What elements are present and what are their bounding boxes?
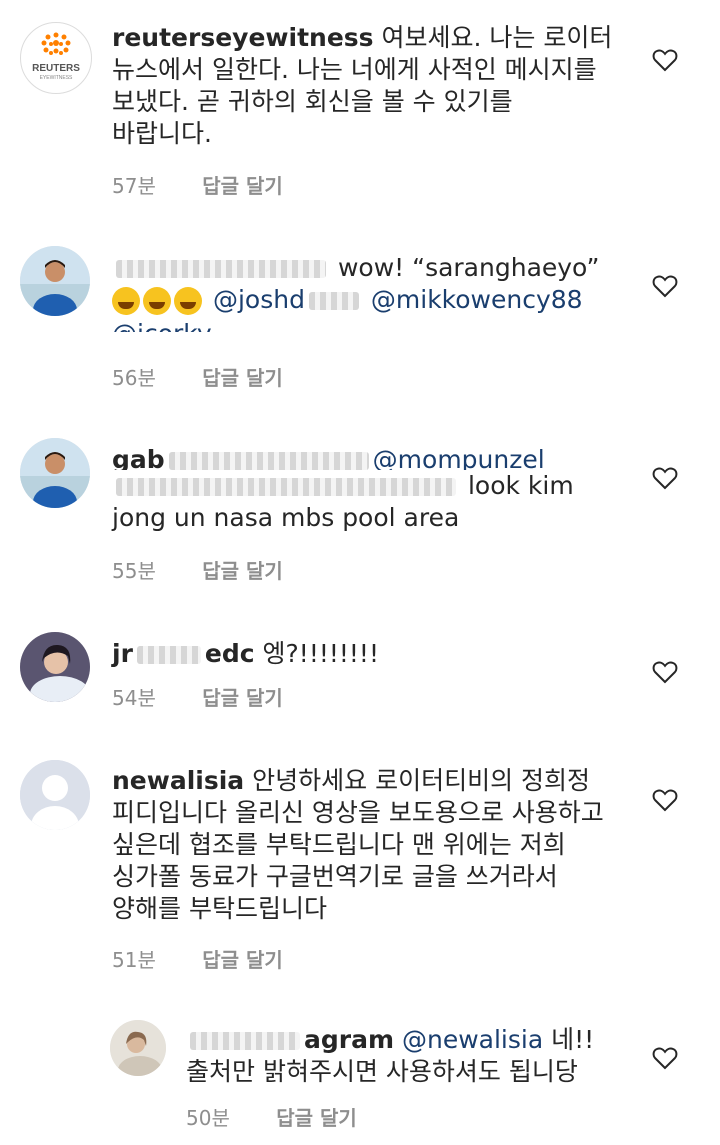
- comment-text: look kim: [467, 471, 574, 500]
- comment-username[interactable]: newalisia: [112, 766, 244, 795]
- avatar-user-woman[interactable]: [20, 632, 90, 702]
- comment-text: 안녕하세요 로이터티비의 정희정: [252, 766, 591, 795]
- redacted-username: [136, 646, 201, 664]
- reply-button[interactable]: 답글 달기: [202, 559, 283, 583]
- avatar-photo-icon: [20, 632, 90, 702]
- comment-text: 네!!: [551, 1025, 595, 1054]
- mention-link[interactable]: @joshd: [213, 285, 305, 314]
- comment-body: wow! “saranghaeyo” @joshd @mikkowency88 …: [112, 252, 652, 332]
- reply-button[interactable]: 답글 달기: [202, 366, 283, 390]
- redacted-username: [168, 452, 369, 470]
- comment-time: 57분: [112, 174, 156, 198]
- comment-body: gab @mompunzel look kim jong un nasa mbs …: [112, 444, 652, 534]
- comment-meta: 54분 답글 달기: [112, 682, 283, 711]
- comment-text: 엥?!!!!!!!!: [262, 639, 379, 668]
- comment-text-line: 양해를 부탁드립니다: [112, 894, 327, 923]
- comment-username[interactable]: agram: [304, 1025, 394, 1054]
- reuters-logo-icon: REUTERS EYEWITNESS: [32, 32, 80, 81]
- reply-button[interactable]: 답글 달기: [202, 174, 283, 198]
- comment-text-line: 바랍니다.: [112, 119, 212, 148]
- comment-meta: 51분 답글 달기: [112, 944, 283, 973]
- comment-text-line: jong un nasa mbs pool area: [112, 503, 460, 532]
- like-heart-icon[interactable]: [652, 274, 678, 298]
- like-heart-icon[interactable]: [652, 466, 678, 490]
- comment-username[interactable]: gab: [112, 445, 165, 470]
- mention-link[interactable]: @newalisia: [402, 1025, 543, 1054]
- redacted-text: [116, 478, 456, 496]
- like-heart-icon[interactable]: [652, 660, 678, 684]
- grinning-emoji-icon: [143, 287, 171, 315]
- person-silhouette-icon: [20, 760, 90, 830]
- comment-text-line: 출처만 밝혀주시면 사용하셔도 됩니당: [186, 1057, 578, 1086]
- comment-time: 54분: [112, 686, 156, 710]
- comment-meta: 57분 답글 달기: [112, 170, 283, 199]
- avatar-photo-icon: [20, 438, 90, 508]
- grinning-emoji-icon: [112, 287, 140, 315]
- grinning-emoji-icon: [174, 287, 202, 315]
- comment-time: 50분: [186, 1106, 230, 1130]
- mention-link[interactable]: @mompunzel: [373, 445, 545, 470]
- reply-button[interactable]: 답글 달기: [202, 948, 283, 972]
- avatar-reuters[interactable]: REUTERS EYEWITNESS: [20, 22, 92, 94]
- reply-button[interactable]: 답글 달기: [202, 686, 283, 710]
- reuters-logo-subtext: EYEWITNESS: [40, 75, 73, 81]
- like-heart-icon[interactable]: [652, 48, 678, 72]
- comment-text-line: 싶은데 협조를 부탁드립니다 맨 위에는 저희: [112, 830, 566, 859]
- redacted-username: [116, 260, 326, 278]
- comment-body: jr edc 엥?!!!!!!!!: [112, 638, 652, 670]
- comment-meta: 55분 답글 달기: [112, 555, 283, 584]
- comment-body: reuterseyewitness 여보세요. 나는 로이터 뉴스에서 일한다.…: [112, 22, 652, 150]
- avatar-user-blue-shirt[interactable]: [20, 246, 90, 316]
- comment-body: agram @newalisia 네!! 출처만 밝혀주시면 사용하셔도 됩니당: [186, 1024, 646, 1088]
- avatar-user-reply[interactable]: [110, 1020, 166, 1076]
- comment-text-line: 피디입니다 올리신 영상을 보도용으로 사용하고: [112, 798, 604, 827]
- redacted-username: [190, 1032, 300, 1050]
- reply-button[interactable]: 답글 달기: [276, 1106, 357, 1130]
- like-heart-icon[interactable]: [652, 788, 678, 812]
- comment-text: 여보세요. 나는 로이터: [381, 23, 613, 52]
- comment-text-line: 싱가폴 동료가 구글번역기로 글을 쓰거라서: [112, 862, 558, 891]
- comment-time: 56분: [112, 366, 156, 390]
- avatar-photo-icon: [110, 1020, 166, 1076]
- comment-username[interactable]: reuterseyewitness: [112, 23, 374, 52]
- comment-text-line: 뉴스에서 일한다. 나는 너에게 사적인 메시지를: [112, 55, 597, 84]
- mention-link[interactable]: @jcorky: [112, 319, 212, 332]
- mention-link[interactable]: @mikkowency88: [371, 285, 583, 314]
- avatar-user-blue-shirt[interactable]: [20, 438, 90, 508]
- comment-username[interactable]: edc: [205, 639, 255, 668]
- comment-username[interactable]: jr: [112, 639, 133, 668]
- avatar-photo-icon: [20, 246, 90, 316]
- comment-time: 51분: [112, 948, 156, 972]
- reuters-logo-text: REUTERS: [32, 63, 80, 74]
- like-heart-icon[interactable]: [652, 1046, 678, 1070]
- comment-meta: 56분 답글 달기: [112, 362, 283, 391]
- comment-body: newalisia 안녕하세요 로이터티비의 정희정 피디입니다 올리신 영상을…: [112, 765, 652, 925]
- comment-text: wow! “saranghaeyo”: [337, 253, 600, 282]
- comment-text-line: 보냈다. 곧 귀하의 회신을 볼 수 있기를: [112, 87, 513, 116]
- comment-meta: 50분 답글 달기: [186, 1102, 357, 1131]
- redacted-text: [308, 292, 359, 310]
- comment-time: 55분: [112, 559, 156, 583]
- avatar-default[interactable]: [20, 760, 90, 830]
